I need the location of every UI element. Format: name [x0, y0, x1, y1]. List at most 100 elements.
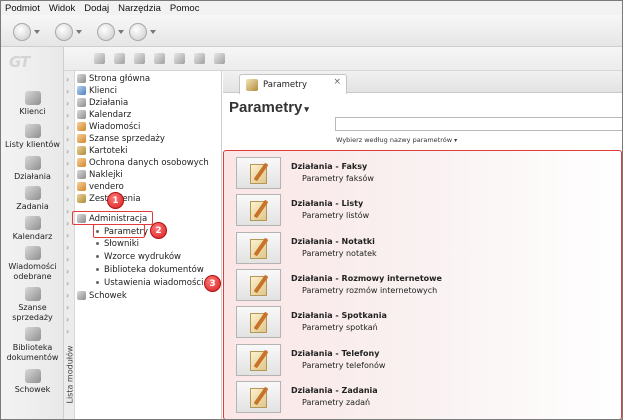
left-rail: GT Klienci Listy klientów Działania Zada…	[1, 47, 64, 419]
doc-dropdown-button[interactable]	[97, 23, 124, 41]
share-icon[interactable]	[194, 53, 205, 64]
param-title: Działania - Listy	[291, 199, 364, 208]
chevron-right-icon[interactable]: ›	[66, 267, 69, 276]
param-title: Działania - Rozmowy internetowe	[291, 274, 442, 283]
tab-parametry[interactable]: Parametry ×	[239, 74, 347, 94]
rail-item-biblioteka-dokumentow[interactable]: Biblioteka dokumentów	[1, 327, 64, 363]
parameters-icon	[236, 194, 281, 226]
actions-icon	[24, 156, 41, 170]
chevron-right-icon[interactable]: ›	[66, 171, 69, 180]
rail-item-klienci[interactable]: Klienci	[1, 91, 64, 117]
param-title: Działania - Spotkania	[291, 311, 387, 320]
chevron-right-icon[interactable]: ›	[66, 255, 69, 264]
chevron-right-icon[interactable]: ›	[66, 243, 69, 252]
calendar-icon	[24, 216, 41, 230]
tree-item-slowniki[interactable]: Słowniki	[96, 238, 139, 249]
rail-item-szanse-sprzedazy[interactable]: Szanse sprzedaży	[1, 287, 64, 323]
chevron-right-icon[interactable]: ›	[66, 159, 69, 168]
tree-item-label: Kalendarz	[89, 109, 132, 120]
chevron-right-icon[interactable]: ›	[66, 123, 69, 132]
menu-narzedzia[interactable]: Narzędzia	[118, 3, 161, 14]
param-item-faksy[interactable]: Działania - Faksy Parametry faksów	[236, 157, 616, 189]
rail-item-schowek[interactable]: Schowek	[1, 369, 64, 395]
rail-item-kalendarz[interactable]: Kalendarz	[1, 216, 64, 242]
rail-item-dzialania[interactable]: Działania	[1, 156, 64, 182]
app-window: Podmiot Widok Dodaj Narzędzia Pomoc GT K…	[0, 0, 623, 420]
tree-item-label: Schowek	[89, 290, 127, 301]
param-item-spotkania[interactable]: Działania - Spotkania Parametry spotkań	[236, 306, 616, 338]
user-icon[interactable]	[134, 53, 145, 64]
send-dropdown-button[interactable]	[13, 23, 40, 41]
module-list-strip[interactable]: › › › › › › › › › › › › › › › › › › › › …	[64, 71, 75, 419]
close-icon[interactable]: ×	[333, 77, 341, 87]
menu-pomoc[interactable]: Pomoc	[170, 3, 200, 14]
records-icon	[77, 146, 86, 155]
clipboard-icon	[24, 369, 41, 383]
menu-dodaj[interactable]: Dodaj	[84, 3, 109, 14]
tree-item-kalendarz[interactable]: Kalendarz	[77, 109, 131, 120]
chevron-right-icon[interactable]: ›	[66, 207, 69, 216]
chevron-right-icon[interactable]: ›	[66, 327, 69, 336]
chevron-right-icon[interactable]: ›	[66, 219, 69, 228]
param-item-telefony[interactable]: Działania - Telefony Parametry telefonów	[236, 344, 616, 376]
page-title[interactable]: Parametry ▾	[229, 99, 309, 116]
tasks-icon	[24, 186, 41, 200]
reports-icon	[77, 194, 86, 203]
rail-item-listy-klientow[interactable]: Listy klientów	[1, 124, 64, 150]
chevron-right-icon[interactable]: ›	[66, 231, 69, 240]
export-icon[interactable]	[214, 53, 225, 64]
chevron-right-icon[interactable]: ›	[66, 183, 69, 192]
tree-item-biblioteka-dokumentow[interactable]: Biblioteka dokumentów	[96, 264, 204, 275]
param-subtitle: Parametry listów	[302, 211, 370, 220]
chevron-right-icon[interactable]: ›	[66, 291, 69, 300]
help-dropdown-button[interactable]	[129, 23, 156, 41]
rail-item-zadania[interactable]: Zadania	[1, 186, 64, 212]
rail-label: Kalendarz	[12, 232, 53, 241]
tree-item-strona-glowna[interactable]: Strona główna	[77, 73, 150, 84]
chevron-right-icon[interactable]: ›	[66, 195, 69, 204]
tree-item-vendero[interactable]: vendero	[77, 181, 124, 192]
tree-item-ochrona-danych[interactable]: Ochrona danych osobowych	[77, 157, 209, 168]
param-title: Działania - Telefony	[291, 349, 380, 358]
param-item-rozmowy-internetowe[interactable]: Działania - Rozmowy internetowe Parametr…	[236, 269, 616, 301]
hand-icon[interactable]	[94, 53, 105, 64]
param-item-zadania[interactable]: Działania - Zadania Parametry zadań	[236, 381, 616, 413]
tree-item-ustawienia-wiadomosci[interactable]: Ustawienia wiadomości	[96, 277, 203, 288]
menu-widok[interactable]: Widok	[49, 3, 75, 14]
print-dropdown-button[interactable]	[55, 23, 82, 41]
chevron-right-icon[interactable]: ›	[66, 111, 69, 120]
param-item-notatki[interactable]: Działania - Notatki Parametry notatek	[236, 232, 616, 264]
rail-label: Biblioteka dokumentów	[6, 343, 59, 362]
main-content: Parametry × Parametry ▾ Wybierz według na…	[204, 71, 622, 419]
pen-icon[interactable]	[174, 53, 185, 64]
tree-item-schowek[interactable]: Schowek	[77, 290, 127, 301]
parameters-icon	[246, 78, 258, 91]
chevron-right-icon[interactable]: ›	[66, 315, 69, 324]
tree-item-szanse-sprzedazy[interactable]: Szanse sprzedaży	[77, 133, 165, 144]
tree-item-naklejki[interactable]: Naklejki	[77, 169, 123, 180]
tree-item-dzialania[interactable]: Działania	[77, 97, 128, 108]
search-input[interactable]	[335, 117, 622, 131]
rail-item-wiadomosci-odebrane[interactable]: Wiadomości odebrane	[1, 246, 64, 282]
tree-item-wiadomosci[interactable]: Wiadomości	[77, 121, 140, 132]
chevron-right-icon[interactable]: ›	[66, 147, 69, 156]
param-item-listy[interactable]: Działania - Listy Parametry listów	[236, 194, 616, 226]
users-icon[interactable]	[114, 53, 125, 64]
chevron-right-icon[interactable]: ›	[66, 99, 69, 108]
search-filter-link[interactable]: Wybierz według nazwy parametrów ▾	[336, 136, 457, 144]
tree-item-wzorce-wydrukow[interactable]: Wzorce wydruków	[96, 251, 181, 262]
chevron-right-icon[interactable]: ›	[66, 87, 69, 96]
chevron-down-icon[interactable]: ▾	[304, 104, 309, 114]
chevron-right-icon[interactable]: ›	[66, 75, 69, 84]
tree-item-klienci[interactable]: Klienci	[77, 85, 117, 96]
parameters-icon	[236, 269, 281, 301]
menu-podmiot[interactable]: Podmiot	[5, 3, 40, 14]
edit-icon[interactable]	[154, 53, 165, 64]
chevron-right-icon[interactable]: ›	[66, 135, 69, 144]
tab-label: Parametry	[263, 79, 308, 90]
tree-item-kartoteki[interactable]: Kartoteki	[77, 145, 128, 156]
chevron-right-icon[interactable]: ›	[66, 279, 69, 288]
chevron-right-icon[interactable]: ›	[66, 303, 69, 312]
module-list-label: Lista modułów	[65, 345, 75, 404]
chevron-down-icon: ▾	[454, 137, 458, 144]
